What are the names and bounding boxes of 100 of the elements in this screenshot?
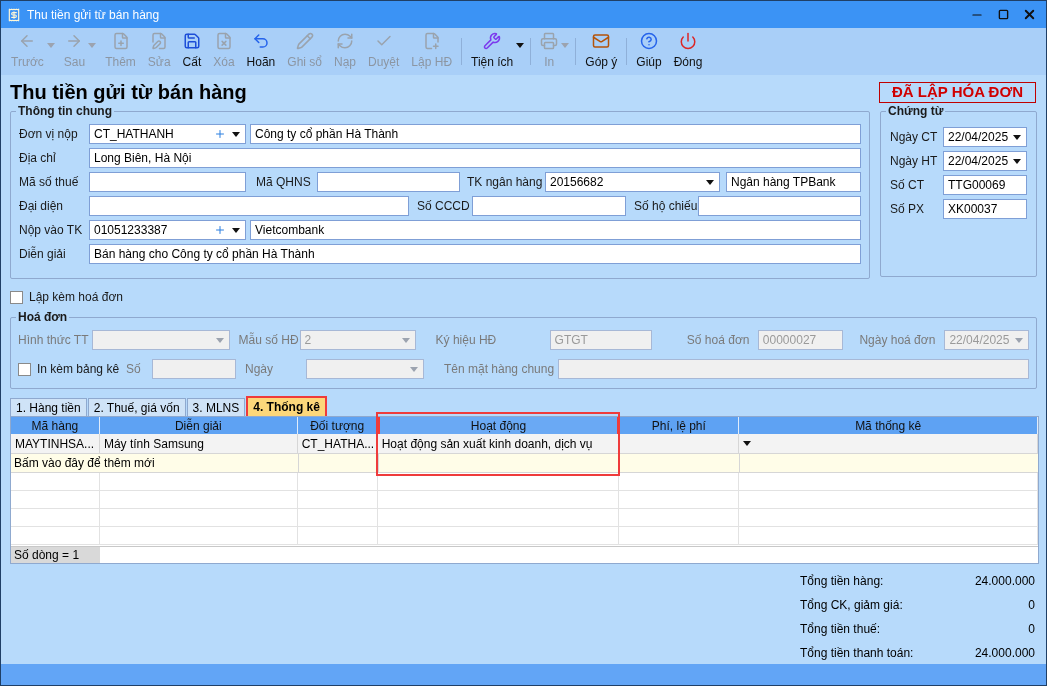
table-cell: CT_HATHA... — [297, 434, 378, 453]
dropdown-arrow-icon — [232, 227, 240, 233]
document-add-icon — [422, 32, 441, 50]
column-header[interactable]: Hoạt động — [377, 417, 620, 434]
lookup-field[interactable]: 01051233387 — [89, 220, 246, 240]
field-label: Ngày — [245, 361, 273, 378]
text-field[interactable] — [698, 196, 861, 216]
dropdown-arrow-icon — [1013, 158, 1021, 164]
toolbar-button[interactable]: Góp ý — [579, 28, 624, 75]
total-value: 24.000.000 — [974, 644, 1035, 662]
dropdown-arrow-icon — [706, 179, 714, 185]
field-label: Địa chỉ — [19, 150, 56, 167]
field-label: Hình thức TT — [18, 332, 89, 349]
document-edit-icon — [150, 32, 169, 50]
dropdown-field[interactable]: 22/04/2025 — [943, 127, 1027, 147]
field-label: Tên mặt hàng chung — [444, 361, 555, 378]
help-icon — [640, 32, 658, 50]
add-icon[interactable] — [214, 224, 226, 236]
dropdown-arrow-icon — [743, 441, 752, 446]
dropdown-arrow-icon — [232, 131, 240, 137]
total-label: Tổng CK, giảm giá: — [800, 596, 903, 614]
group-title: Thông tin chung — [16, 103, 114, 119]
text-field[interactable]: Vietcombank — [250, 220, 861, 240]
print-icon — [540, 32, 559, 50]
maximize-icon[interactable] — [998, 9, 1009, 20]
total-value: 0 — [1028, 596, 1035, 614]
envelope-icon — [592, 32, 611, 50]
dropdown-arrow-icon — [46, 43, 55, 48]
save-icon — [182, 32, 201, 50]
field-label: Số CCCD — [417, 198, 470, 215]
dropdown-field[interactable]: 22/04/2025 — [943, 151, 1027, 171]
field-label: Đơn vị nộp — [19, 126, 78, 143]
toolbar-button[interactable]: Hoãn — [240, 28, 282, 75]
checkbox-label: In kèm bảng kê — [37, 361, 120, 378]
document-plus-icon — [111, 32, 130, 50]
page-heading: Thu tiền gửi từ bán hàng — [10, 80, 247, 105]
table-cell: Hoạt động sản xuất kinh doanh, dịch vụ — [377, 434, 620, 453]
field-label: Số — [126, 361, 141, 378]
checkbox[interactable] — [10, 290, 23, 304]
toolbar-button[interactable]: Tiện ích — [465, 28, 528, 75]
field-label: Diễn giải — [19, 245, 66, 263]
undo-icon — [251, 32, 270, 50]
dropdown-arrow-icon — [561, 43, 570, 48]
tab[interactable]: 3. MLNS — [186, 398, 246, 416]
group-title: Chứng từ — [886, 103, 946, 119]
dropdown-arrow-icon — [1013, 134, 1021, 140]
toolbar-button[interactable]: Cất — [176, 28, 208, 75]
dropdown-arrow-icon — [88, 43, 97, 48]
text-field[interactable]: Công ty cổ phần Hà Thành — [250, 124, 861, 144]
power-icon — [679, 32, 697, 50]
field-label: Nộp vào TK — [19, 222, 83, 239]
invoice-status-stamp: ĐÃ LẬP HÓA ĐƠN — [879, 82, 1036, 103]
dropdown-arrow-icon — [1015, 337, 1023, 343]
dropdown-field[interactable]: 20156682 — [545, 172, 720, 192]
row-count: Số dòng = 1 — [11, 547, 100, 563]
tab[interactable]: 2. Thuế, giá vốn — [87, 398, 186, 416]
toolbar-button[interactable]: Đóng — [667, 28, 709, 75]
field-label: Ngày HT — [890, 153, 938, 170]
table-cell: MAYTINHSA... — [11, 434, 100, 453]
text-field[interactable] — [89, 196, 409, 216]
tools-icon — [483, 32, 502, 50]
dropdown-arrow-icon — [215, 337, 224, 343]
field-label: Mã số thuế — [19, 174, 79, 191]
document-delete-icon — [214, 32, 233, 50]
text-field[interactable] — [89, 172, 246, 192]
field-label: Ngày CT — [890, 129, 938, 146]
field-label: Số CT — [890, 177, 924, 194]
app-icon — [7, 7, 21, 22]
toolbar-button[interactable]: Giúp — [630, 28, 668, 75]
field-label: Đại diện — [19, 198, 64, 215]
lookup-field[interactable]: CT_HATHANH — [89, 124, 246, 144]
field-label: Mã QHNS — [256, 174, 311, 191]
field-label: TK ngân hàng — [467, 174, 543, 191]
add-icon[interactable] — [214, 128, 226, 140]
field-label: Số hoá đơn — [686, 332, 750, 349]
field-label: Số hộ chiếu — [634, 198, 698, 215]
total-value: 0 — [1028, 620, 1035, 638]
dropdown-arrow-icon — [410, 366, 418, 372]
text-field[interactable]: TTG00069 — [943, 175, 1027, 195]
field-label: Ký hiệu HĐ — [435, 332, 497, 349]
field-label: Mẫu số HĐ — [238, 331, 299, 349]
dropdown-arrow-icon — [516, 43, 525, 48]
text-field[interactable] — [472, 196, 626, 216]
text-field[interactable] — [317, 172, 460, 192]
tab[interactable]: 4. Thống kê — [246, 396, 327, 416]
total-label: Tổng tiền thuế: — [800, 620, 881, 638]
window-title: Thu tiền gửi từ bán hàng — [27, 6, 161, 24]
text-field[interactable]: Long Biên, Hà Nội — [89, 148, 861, 168]
text-field[interactable]: Ngân hàng TPBank — [726, 172, 861, 192]
field-label: Ngày hoá đơn — [859, 332, 936, 349]
total-value: 24.000.000 — [974, 572, 1035, 590]
table-cell: Máy tính Samsung — [99, 434, 298, 453]
refresh-icon — [336, 32, 354, 50]
dropdown-arrow-icon — [401, 337, 410, 343]
text-field[interactable]: Bán hàng cho Công ty cổ phần Hà Thành — [89, 244, 861, 264]
close-icon[interactable] — [1022, 7, 1037, 22]
text-field[interactable]: XK00037 — [943, 199, 1027, 219]
tab[interactable]: 1. Hàng tiền — [10, 398, 87, 416]
pencil-icon — [295, 32, 314, 50]
total-label: Tổng tiền hàng: — [800, 572, 884, 590]
